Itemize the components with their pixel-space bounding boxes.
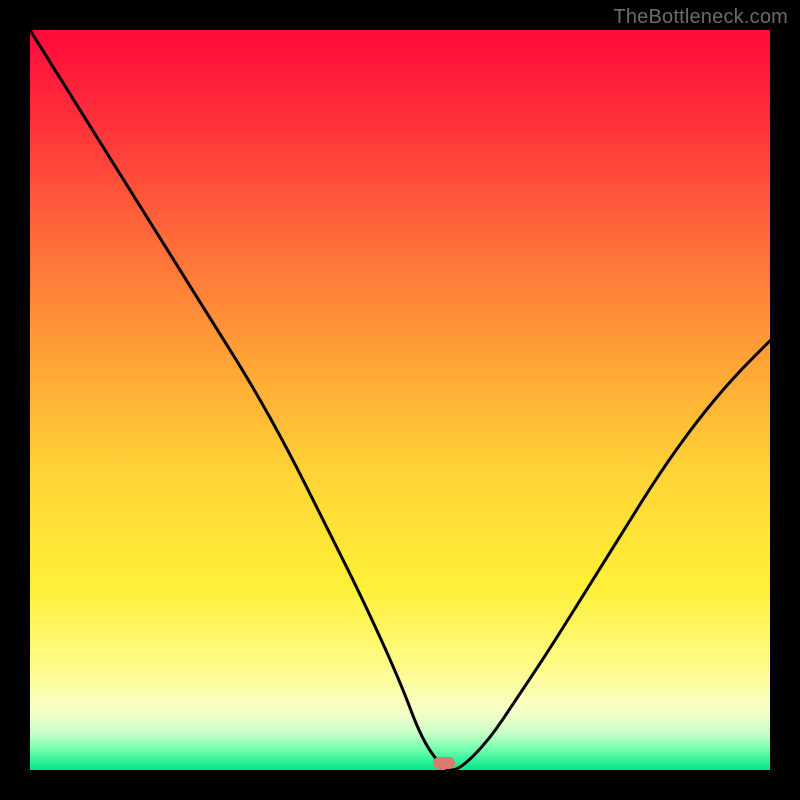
bottleneck-curve [30, 30, 770, 770]
watermark-text: TheBottleneck.com [613, 6, 788, 29]
chart-frame: TheBottleneck.com [0, 0, 800, 800]
optimum-marker [433, 757, 455, 769]
plot-area [30, 30, 770, 770]
